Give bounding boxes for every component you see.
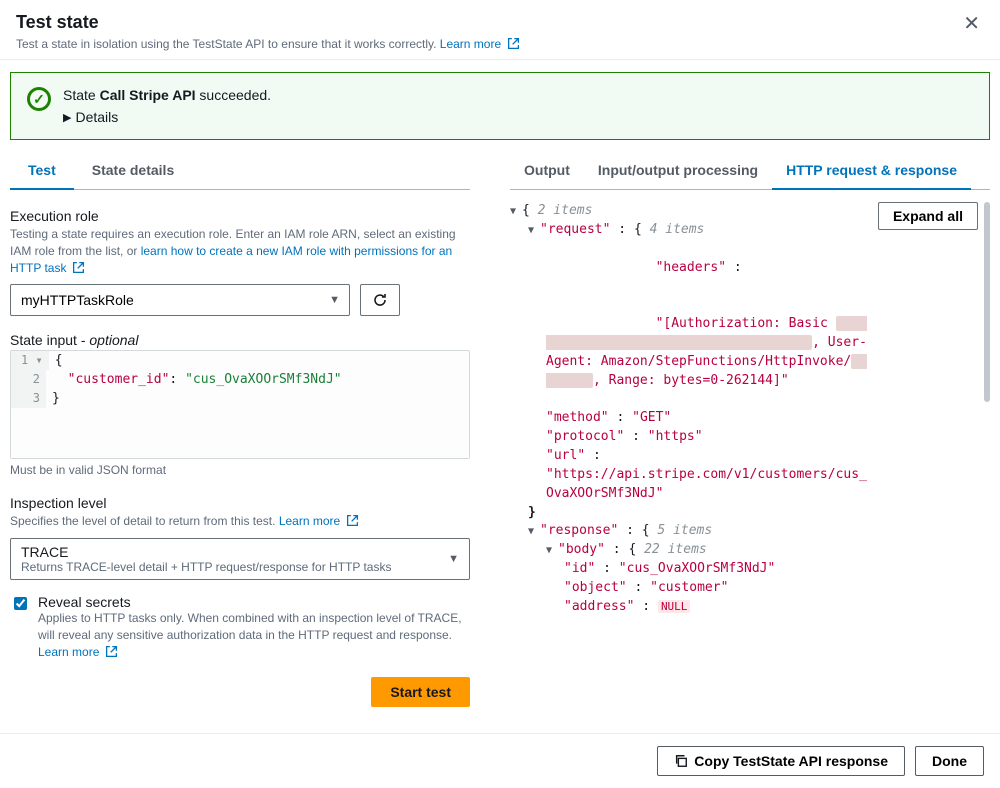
dialog-title: Test state <box>16 12 984 33</box>
external-link-icon <box>105 645 118 658</box>
reveal-learn-more-link[interactable]: Learn more <box>38 645 118 659</box>
execution-role-label: Execution role <box>10 208 470 224</box>
alert-message: State Call Stripe API succeeded. <box>63 87 973 103</box>
execution-role-desc: Testing a state requires an execution ro… <box>10 226 470 276</box>
json-body-object: "object" : "customer" <box>510 579 870 598</box>
state-input-helper: Must be in valid JSON format <box>10 463 470 477</box>
dialog-subtitle: Test a state in isolation using the Test… <box>16 37 984 51</box>
reveal-secrets-desc: Applies to HTTP tasks only. When combine… <box>38 610 470 660</box>
inspection-level-select[interactable]: TRACE Returns TRACE-level detail + HTTP … <box>10 538 470 580</box>
json-root[interactable]: ▼{ 2 items <box>510 202 870 221</box>
external-link-icon <box>507 37 520 50</box>
success-alert: State Call Stripe API succeeded. ▶ Detai… <box>10 72 990 140</box>
success-icon <box>27 87 51 111</box>
left-tabs: Test State details <box>10 152 470 190</box>
tab-state-details[interactable]: State details <box>74 152 192 190</box>
json-request-url: "url" :"https://api.stripe.com/v1/custom… <box>510 447 870 504</box>
json-request-protocol: "protocol" : "https" <box>510 428 870 447</box>
json-body-address: "address" : NULL <box>510 598 870 617</box>
json-response-body[interactable]: ▼"body" : { 22 items <box>510 541 870 560</box>
json-response[interactable]: ▼"response" : { 5 items <box>510 522 870 541</box>
dialog-footer: Copy TestState API response Done <box>0 733 1000 788</box>
tab-output[interactable]: Output <box>510 152 584 190</box>
copy-icon <box>674 754 688 768</box>
reveal-secrets-checkbox[interactable] <box>14 597 27 610</box>
done-button[interactable]: Done <box>915 746 984 776</box>
chevron-down-icon: ▼ <box>448 553 459 565</box>
tab-io-processing[interactable]: Input/output processing <box>584 152 772 190</box>
expand-all-button[interactable]: Expand all <box>878 202 978 230</box>
external-link-icon <box>346 514 359 527</box>
execution-role-input[interactable] <box>10 284 350 316</box>
alert-details-toggle[interactable]: ▶ Details <box>63 109 973 125</box>
close-button[interactable]: ✕ <box>957 10 986 37</box>
json-request-headers: "headers" : "[Authorization: Basic xxxxx… <box>510 240 870 410</box>
external-link-icon <box>72 261 85 274</box>
json-body-id: "id" : "cus_OvaXOOrSMf3NdJ" <box>510 560 870 579</box>
tab-test[interactable]: Test <box>10 152 74 190</box>
json-request-method: "method" : "GET" <box>510 409 870 428</box>
dialog-header: Test state Test a state in isolation usi… <box>0 0 1000 60</box>
refresh-button[interactable] <box>360 284 400 316</box>
tab-http[interactable]: HTTP request & response <box>772 152 971 190</box>
inspection-level-desc: Specifies the level of detail to return … <box>10 513 470 530</box>
inspection-learn-more-link[interactable]: Learn more <box>279 514 359 528</box>
scrollbar[interactable] <box>984 202 990 402</box>
start-test-button[interactable]: Start test <box>371 677 470 707</box>
reveal-secrets-label: Reveal secrets <box>38 594 470 610</box>
state-input-label: State input - optional <box>10 332 470 348</box>
caret-right-icon: ▶ <box>63 111 71 124</box>
execution-role-select[interactable]: ▼ <box>10 284 350 316</box>
json-request[interactable]: ▼"request" : { 4 items <box>510 221 870 240</box>
right-tabs: Output Input/output processing HTTP requ… <box>510 152 990 190</box>
json-response-panel: ▼{ 2 items ▼"request" : { 4 items "heade… <box>510 202 990 617</box>
learn-more-link[interactable]: Learn more <box>440 37 520 51</box>
refresh-icon <box>372 292 388 308</box>
inspection-level-label: Inspection level <box>10 495 470 511</box>
state-input-editor[interactable]: 1 ▾{ 2 "customer_id": "cus_OvaXOOrSMf3Nd… <box>10 350 470 459</box>
copy-response-button[interactable]: Copy TestState API response <box>657 746 905 776</box>
